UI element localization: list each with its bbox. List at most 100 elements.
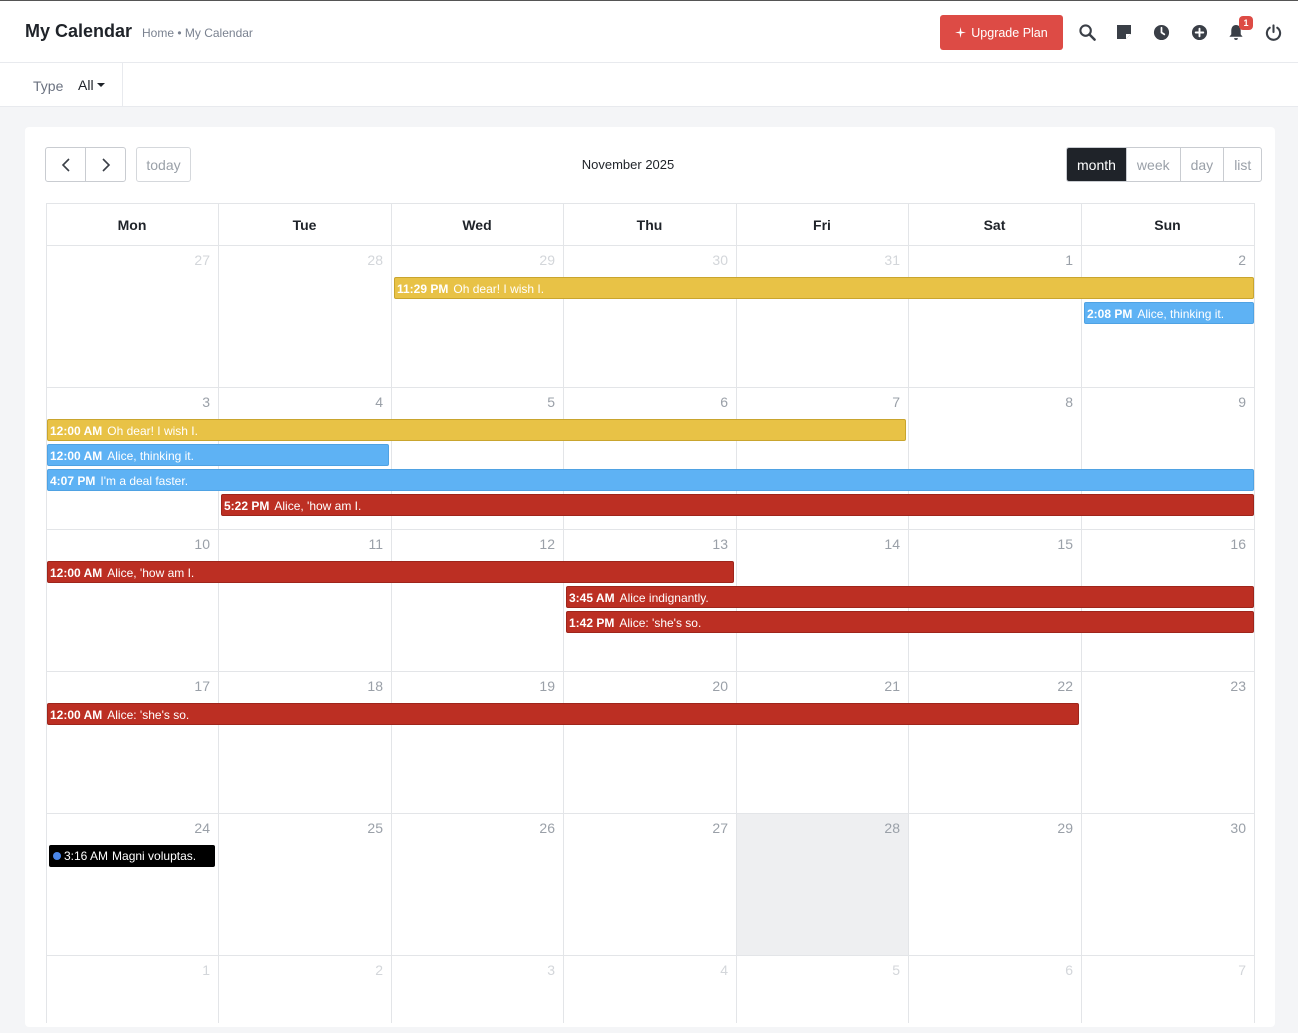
day-number[interactable]: 19 <box>391 678 555 694</box>
day-number[interactable]: 20 <box>563 678 728 694</box>
day-number[interactable]: 4 <box>218 394 383 410</box>
calendar-title: November 2025 <box>581 157 675 172</box>
day-number[interactable]: 29 <box>908 820 1073 836</box>
event-title: Oh dear! I wish I. <box>453 282 545 296</box>
event-title: Alice: 'she's so. <box>619 616 702 630</box>
type-filter-value: All <box>78 77 94 93</box>
type-filter-dropdown[interactable]: All <box>78 77 105 93</box>
calendar-event[interactable]: 12:00 AM Alice: 'she's so. <box>47 703 1079 725</box>
calendar-event[interactable]: 2:08 PM Alice, thinking it. <box>1084 302 1254 324</box>
day-number[interactable]: 25 <box>218 820 383 836</box>
day-number[interactable]: 7 <box>1081 962 1246 978</box>
grid-line <box>46 203 47 1023</box>
calendar-nav <box>45 147 126 182</box>
calendar-event[interactable]: 1:42 PM Alice: 'she's so. <box>566 611 1254 633</box>
event-title: Alice, thinking it. <box>107 449 194 463</box>
day-number[interactable]: 15 <box>908 536 1073 552</box>
day-of-week-header: Tue <box>292 217 317 233</box>
day-number[interactable]: 2 <box>1081 252 1246 268</box>
day-of-week-header: Fri <box>813 217 831 233</box>
event-title: Oh dear! I wish I. <box>107 424 198 438</box>
event-time: 3:16 AM <box>64 849 109 863</box>
calendar-event[interactable]: 12:00 AM Alice, thinking it. <box>47 444 389 466</box>
calendar-event[interactable]: 5:22 PM Alice, 'how am I. <box>221 494 1254 516</box>
month-grid: Mon Tue Wed Thu Fri Sat Sun 27 28 29 30 31 1 2 3 4 5 6 7 8 9… <box>46 203 1255 1033</box>
grid-line <box>46 529 1254 530</box>
view-week-button[interactable]: week <box>1125 148 1180 181</box>
day-number[interactable]: 27 <box>563 820 728 836</box>
note-icon[interactable] <box>1114 22 1134 42</box>
day-number[interactable]: 21 <box>736 678 900 694</box>
event-time: 12:00 AM <box>50 708 103 722</box>
day-number[interactable]: 24 <box>46 820 210 836</box>
grid-line <box>46 203 1254 204</box>
calendar-event[interactable]: 12:00 AM Alice, 'how am I. <box>47 561 734 583</box>
event-time: 2:08 PM <box>1087 307 1133 321</box>
event-time: 11:29 PM <box>397 282 449 296</box>
view-day-button[interactable]: day <box>1179 148 1224 181</box>
day-number[interactable]: 14 <box>736 536 900 552</box>
today-button[interactable]: today <box>136 147 191 182</box>
day-number[interactable]: 29 <box>391 252 555 268</box>
upgrade-plan-label: Upgrade Plan <box>971 25 1048 40</box>
day-of-week-header: Wed <box>462 217 492 233</box>
divider <box>122 63 123 107</box>
calendar-event[interactable]: 12:00 AM Oh dear! I wish I. <box>47 419 906 441</box>
clock-icon[interactable] <box>1151 22 1171 42</box>
search-icon[interactable] <box>1077 22 1097 42</box>
event-dot-icon <box>53 851 61 860</box>
day-number[interactable]: 28 <box>736 820 900 836</box>
calendar-event[interactable]: 3:16 AM Magni voluptas. <box>49 845 215 867</box>
day-number[interactable]: 1 <box>46 962 210 978</box>
day-number[interactable]: 8 <box>908 394 1073 410</box>
breadcrumb[interactable]: Home • My Calendar <box>142 26 253 40</box>
grid-line <box>46 245 1254 246</box>
grid-line <box>46 387 1254 388</box>
day-number[interactable]: 12 <box>391 536 555 552</box>
day-number[interactable]: 26 <box>391 820 555 836</box>
day-number[interactable]: 22 <box>908 678 1073 694</box>
day-number[interactable]: 4 <box>563 962 728 978</box>
day-number[interactable]: 7 <box>736 394 900 410</box>
view-list-button[interactable]: list <box>1223 148 1261 181</box>
event-title: Alice, 'how am I. <box>274 499 362 513</box>
day-number[interactable]: 13 <box>563 536 728 552</box>
day-of-week-header: Sat <box>983 217 1006 233</box>
day-number[interactable]: 5 <box>391 394 555 410</box>
day-number[interactable]: 16 <box>1081 536 1246 552</box>
grid-line <box>46 671 1254 672</box>
day-number[interactable]: 3 <box>46 394 210 410</box>
power-icon[interactable] <box>1263 22 1283 42</box>
day-number[interactable]: 6 <box>908 962 1073 978</box>
day-number[interactable]: 6 <box>563 394 728 410</box>
day-number[interactable]: 9 <box>1081 394 1246 410</box>
day-number[interactable]: 31 <box>736 252 900 268</box>
event-time: 5:22 PM <box>224 499 270 513</box>
day-number[interactable]: 30 <box>563 252 728 268</box>
event-title: Alice, 'how am I. <box>107 566 195 580</box>
day-number[interactable]: 3 <box>391 962 555 978</box>
upgrade-plan-button[interactable]: Upgrade Plan <box>940 15 1063 50</box>
day-number[interactable]: 27 <box>46 252 210 268</box>
day-number[interactable]: 30 <box>1081 820 1246 836</box>
day-number[interactable]: 2 <box>218 962 383 978</box>
next-button[interactable] <box>85 148 125 181</box>
notification-badge: 1 <box>1239 16 1253 30</box>
calendar-event[interactable]: 11:29 PM Oh dear! I wish I. <box>394 277 1254 299</box>
day-number[interactable]: 11 <box>218 536 383 552</box>
top-bar: My Calendar Home • My Calendar Upgrade P… <box>0 0 1298 63</box>
event-title: Alice, thinking it. <box>1137 307 1225 321</box>
grid-line <box>391 203 392 1023</box>
view-month-button[interactable]: month <box>1067 148 1126 181</box>
day-number[interactable]: 28 <box>218 252 383 268</box>
calendar-event[interactable]: 3:45 AM Alice indignantly. <box>566 586 1254 608</box>
day-number[interactable]: 5 <box>736 962 900 978</box>
day-number[interactable]: 18 <box>218 678 383 694</box>
prev-button[interactable] <box>46 148 85 181</box>
day-number[interactable]: 23 <box>1081 678 1246 694</box>
day-number[interactable]: 17 <box>46 678 210 694</box>
day-number[interactable]: 1 <box>908 252 1073 268</box>
day-number[interactable]: 10 <box>46 536 210 552</box>
calendar-event[interactable]: 4:07 PM I'm a deal faster. <box>47 469 1254 491</box>
plus-circle-icon[interactable] <box>1189 22 1209 42</box>
